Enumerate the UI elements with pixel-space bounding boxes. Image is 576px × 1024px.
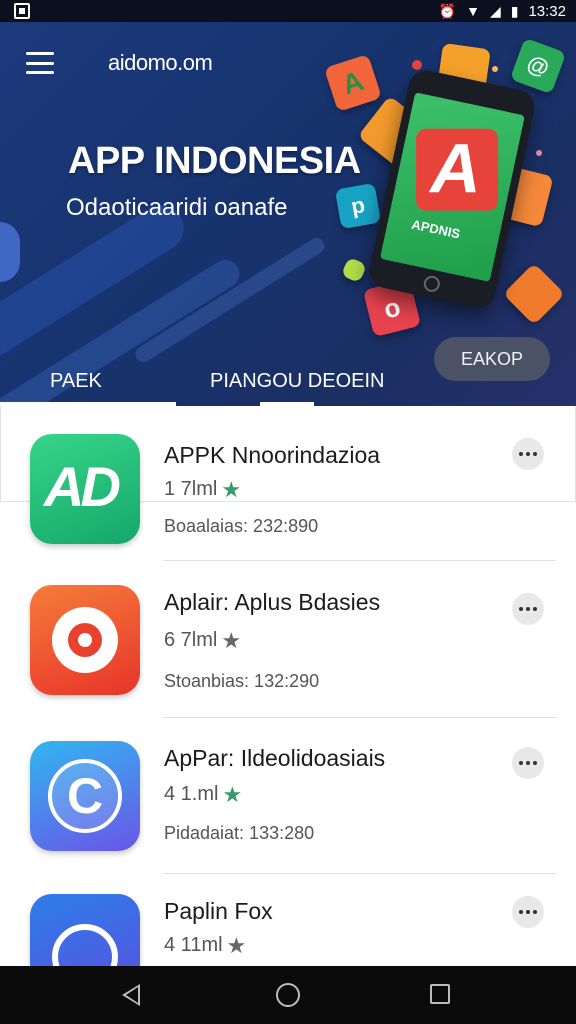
back-icon-inner <box>126 987 138 1003</box>
app-rating: 4 11ml ★ <box>164 934 246 957</box>
alarm-icon: ⏰ <box>438 3 457 19</box>
decor-cube-icon <box>340 256 368 284</box>
hamburger-menu-icon[interactable] <box>26 52 54 74</box>
rating-value: 4 1.ml <box>164 783 219 805</box>
divider <box>163 560 556 561</box>
decor-dot <box>412 60 422 70</box>
app-icon-blue-fox <box>30 894 140 966</box>
app-downloads: Stoanbias: 132:290 <box>164 671 320 691</box>
app-name: APPK Nnoorindazioa <box>164 442 381 468</box>
list-item[interactable]: Paplin Fox 4 11ml ★ <box>0 874 576 966</box>
app-name: ApPar: Ildeolidoasiais <box>164 745 386 771</box>
hero-banner: aidomo.om APP INDONESIA Odaoticaaridi oa… <box>0 22 576 406</box>
star-icon: ★ <box>226 932 247 958</box>
star-icon: ★ <box>221 627 242 653</box>
screenshot-icon <box>14 3 30 19</box>
app-list: AD APPK Nnoorindazioa 1 7lml ★ Boaalaias… <box>0 406 576 966</box>
hero-subtitle: Odaoticaaridi oanafe <box>66 194 288 221</box>
phone-screen: APDNIS <box>379 92 525 282</box>
app-rating: 1 7lml ★ <box>164 478 241 501</box>
app-icon-green-ad: AD <box>30 434 140 544</box>
decor-cube-icon: A <box>324 54 382 112</box>
list-item[interactable]: ApPar: Ildeolidoasiais 4 1.ml ★ Pidadaia… <box>0 719 576 874</box>
decor-cube-icon <box>502 262 566 326</box>
app-rating: 6 7lml ★ <box>164 629 241 652</box>
app-name: Aplair: Aplus Bdasies <box>164 589 381 615</box>
rating-value: 6 7lml <box>164 629 218 651</box>
app-downloads: Boaalaias: 232:890 <box>164 516 319 536</box>
list-item[interactable]: AD APPK Nnoorindazioa 1 7lml ★ Boaalaias… <box>0 406 576 561</box>
system-nav-bar <box>0 966 576 1024</box>
divider <box>163 717 556 718</box>
app-logo-icon <box>416 128 499 211</box>
more-options-icon[interactable] <box>512 438 544 470</box>
status-time: 13:32 <box>528 2 566 20</box>
more-options-icon[interactable] <box>512 896 544 928</box>
status-bar: ⏰ ▼ ◢ ▮ 13:32 <box>0 0 576 22</box>
decor-stripe <box>0 222 20 282</box>
status-icons: ⏰ ▼ ◢ ▮ 13:32 <box>439 2 566 20</box>
decor-dot <box>492 66 498 72</box>
star-icon: ★ <box>221 476 242 502</box>
hero-title: APP INDONESIA <box>68 140 361 182</box>
recent-apps-icon[interactable] <box>430 984 450 1004</box>
phone-home-icon <box>422 274 442 294</box>
tab-eakop-button[interactable]: EAKOP <box>434 337 550 381</box>
phone-label: APDNIS <box>410 216 462 242</box>
more-options-icon[interactable] <box>512 593 544 625</box>
app-downloads: Pidadaiat: 133:280 <box>164 823 315 843</box>
list-item[interactable]: Aplair: Aplus Bdasies 6 7lml ★ Stoanbias… <box>0 563 576 718</box>
decor-cube-icon: @ <box>509 37 567 95</box>
more-options-icon[interactable] <box>512 747 544 779</box>
app-icon-red-ring <box>30 585 140 695</box>
rating-value: 1 7lml <box>164 478 218 500</box>
site-name: aidomo.om <box>108 50 213 75</box>
tab-piangou-deoein[interactable]: PIANGOU DEOEIN <box>210 370 384 393</box>
tab-paek[interactable]: PAEK <box>50 370 102 393</box>
app-rating: 4 1.ml ★ <box>164 783 242 806</box>
rating-value: 4 11ml <box>164 934 223 956</box>
home-icon[interactable] <box>276 983 300 1007</box>
decor-cube-icon: p <box>334 182 382 230</box>
signal-icon: ◢ <box>489 3 501 19</box>
decor-dot <box>536 150 542 156</box>
battery-icon: ▮ <box>510 3 519 19</box>
app-icon-blue-c <box>30 741 140 851</box>
star-icon: ★ <box>222 781 243 807</box>
app-name: Paplin Fox <box>164 898 273 924</box>
wifi-icon: ▼ <box>466 3 480 19</box>
